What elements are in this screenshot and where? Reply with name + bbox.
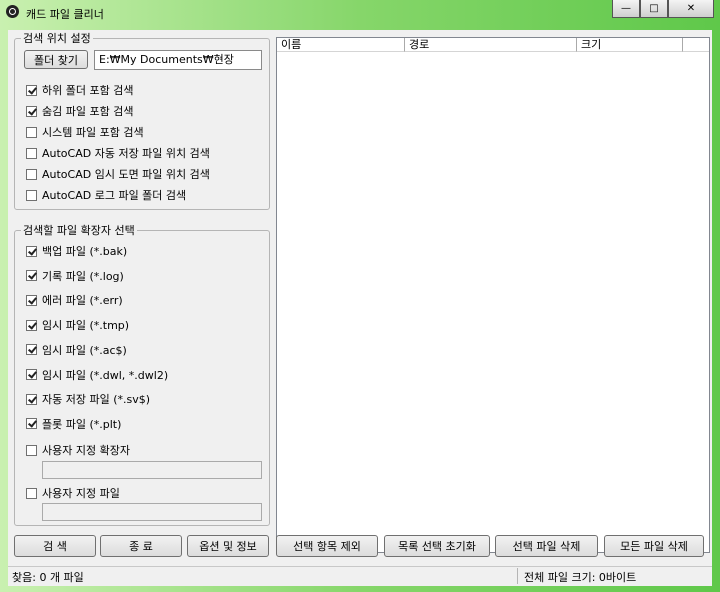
search-option-checkbox-2[interactable]: 숨김 파일 포함 검색 (26, 103, 133, 119)
checkbox-box (26, 147, 37, 159)
custom-ext-input[interactable] (42, 461, 262, 479)
search-location-legend: 검색 위치 설정 (23, 32, 91, 45)
extension-option-label: 플롯 파일 (*.plt) (42, 417, 122, 431)
extensions-legend: 검색할 파일 확장자 선택 (23, 224, 135, 237)
close-icon: ✕ (686, 3, 696, 14)
checkbox-box (26, 105, 37, 117)
search-option-label: 시스템 파일 포함 검색 (42, 126, 144, 139)
magnifier-app-icon (6, 5, 19, 18)
checkbox-box (26, 319, 37, 331)
extension-option-checkbox-2[interactable]: 기록 파일 (*.log) (26, 268, 124, 284)
extension-option-label: 임시 파일 (*.tmp) (42, 319, 130, 333)
reset-selection-button[interactable]: 목록 선택 초기화 (384, 535, 490, 557)
search-option-label: 숨김 파일 포함 검색 (42, 105, 134, 118)
extension-option-label: 에러 파일 (*.err) (42, 294, 123, 308)
checkbox-box (26, 189, 37, 201)
custom-file-input[interactable] (42, 503, 262, 521)
checkbox-box (26, 487, 37, 499)
delete-all-button[interactable]: 모든 파일 삭제 (604, 535, 704, 557)
extension-option-checkbox-6[interactable]: 임시 파일 (*.dwl, *.dwl2) (26, 367, 168, 383)
extension-option-checkbox-5[interactable]: 임시 파일 (*.ac$) (26, 342, 127, 358)
folder-browse-button[interactable]: 폴더 찾기 (24, 50, 88, 69)
search-button[interactable]: 검 색 (14, 535, 96, 557)
extension-option-label: 임시 파일 (*.ac$) (42, 343, 127, 357)
column-header-filler (683, 38, 709, 52)
window-title: 캐드 파일 클리너 (26, 8, 104, 21)
column-header-name[interactable]: 이름 (277, 38, 405, 52)
exit-button[interactable]: 종 료 (100, 535, 182, 557)
search-option-checkbox-3[interactable]: 시스템 파일 포함 검색 (26, 124, 144, 140)
minimize-button[interactable]: — (612, 0, 640, 18)
search-option-checkbox-5[interactable]: AutoCAD 임시 도면 파일 위치 검색 (26, 166, 210, 182)
extension-option-label: 자동 저장 파일 (*.sv$) (42, 393, 151, 407)
checkbox-box (26, 84, 37, 96)
extension-option-checkbox-1[interactable]: 백업 파일 (*.bak) (26, 243, 127, 259)
exclude-selected-button[interactable]: 선택 항목 제외 (276, 535, 378, 557)
total-size-status: 전체 파일 크기: 0바이트 (524, 571, 637, 584)
status-divider (517, 568, 518, 584)
column-header-size[interactable]: 크기 (577, 38, 683, 52)
found-count-status: 찾음: 0 개 파일 (12, 571, 84, 584)
minimize-icon: — (621, 3, 631, 14)
status-bar: 찾음: 0 개 파일 전체 파일 크기: 0바이트 (8, 566, 712, 586)
checkbox-box (26, 270, 37, 282)
custom-file-checkbox[interactable]: 사용자 지정 파일 (26, 485, 120, 501)
checkbox-box (26, 444, 37, 456)
checkbox-box (26, 245, 37, 257)
column-header-path[interactable]: 경로 (405, 38, 577, 52)
extension-option-checkbox-3[interactable]: 에러 파일 (*.err) (26, 292, 123, 308)
search-option-checkbox-4[interactable]: AutoCAD 자동 저장 파일 위치 검색 (26, 145, 210, 161)
options-info-button[interactable]: 옵션 및 정보 (187, 535, 269, 557)
title-bar[interactable]: 캐드 파일 클리너 — □ ✕ (0, 0, 720, 24)
checkbox-box (26, 294, 37, 306)
checkbox-box (26, 344, 37, 356)
delete-selected-button[interactable]: 선택 파일 삭제 (495, 535, 598, 557)
search-option-checkbox-6[interactable]: AutoCAD 로그 파일 폴더 검색 (26, 187, 186, 203)
extension-option-label: 기록 파일 (*.log) (42, 269, 124, 283)
checkbox-box (26, 393, 37, 405)
search-path-field[interactable]: E:₩My Documents₩현장 (94, 50, 262, 70)
custom-ext-checkbox[interactable]: 사용자 지정 확장자 (26, 442, 130, 458)
extension-option-checkbox-7[interactable]: 자동 저장 파일 (*.sv$) (26, 391, 150, 407)
search-option-checkbox-1[interactable]: 하위 폴더 포함 검색 (26, 82, 133, 98)
search-option-label: AutoCAD 자동 저장 파일 위치 검색 (42, 147, 210, 160)
maximize-icon: □ (649, 3, 659, 14)
custom-file-label: 사용자 지정 파일 (42, 487, 120, 500)
search-option-label: AutoCAD 임시 도면 파일 위치 검색 (42, 168, 210, 181)
close-button[interactable]: ✕ (668, 0, 714, 18)
extension-option-checkbox-4[interactable]: 임시 파일 (*.tmp) (26, 317, 129, 333)
app-window: 캐드 파일 클리너 — □ ✕ 검색 위치 설정 폴더 찾기 E:₩My Doc… (0, 0, 720, 592)
checkbox-box (26, 126, 37, 138)
search-option-label: AutoCAD 로그 파일 폴더 검색 (42, 189, 187, 202)
checkbox-box (26, 418, 37, 430)
extension-option-label: 백업 파일 (*.bak) (42, 245, 128, 258)
checkbox-box (26, 369, 37, 380)
maximize-button[interactable]: □ (640, 0, 668, 18)
checkbox-box (26, 168, 37, 180)
file-list[interactable]: 이름 경로 크기 (276, 37, 710, 553)
custom-ext-label: 사용자 지정 확장자 (42, 444, 130, 457)
search-option-label: 하위 폴더 포함 검색 (42, 84, 134, 97)
extension-option-checkbox-8[interactable]: 플롯 파일 (*.plt) (26, 416, 121, 432)
window-controls: — □ ✕ (612, 0, 714, 18)
extension-option-label: 임시 파일 (*.dwl, *.dwl2) (42, 368, 169, 382)
client-area: 검색 위치 설정 폴더 찾기 E:₩My Documents₩현장 하위 폴더 … (8, 30, 712, 586)
